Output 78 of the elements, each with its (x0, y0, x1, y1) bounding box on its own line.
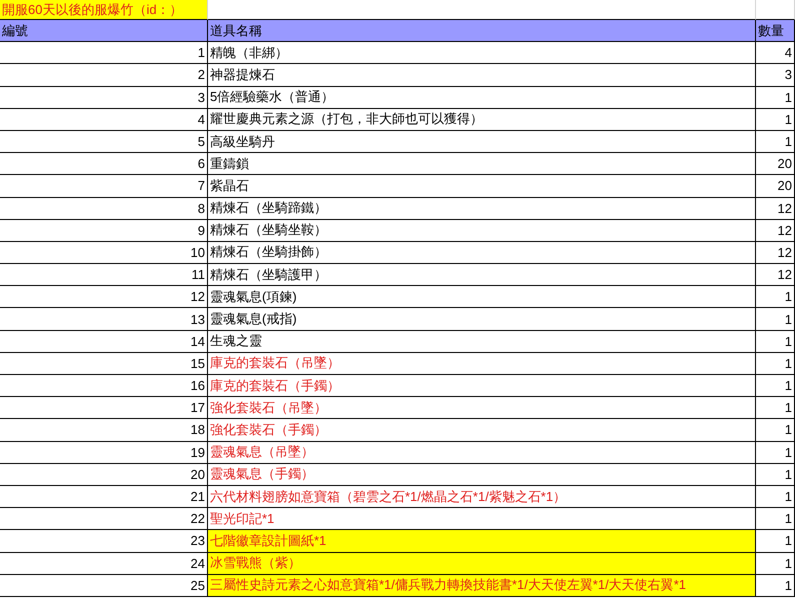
table-cell: 9 (0, 220, 208, 242)
table-cell: 1 (756, 330, 795, 353)
table-cell: 1 (756, 108, 795, 131)
table-cell: 1 (756, 530, 795, 552)
table-cell: 21 (0, 486, 208, 508)
table-cell: 12 (0, 286, 208, 308)
table-cell: 精煉石（坐騎護甲） (208, 264, 756, 286)
table-cell: 22 (0, 508, 208, 530)
table-cell: 5倍經驗藥水（普通） (208, 86, 756, 109)
column-header: 道具名稱 (208, 20, 756, 42)
table-cell: 3 (756, 64, 795, 87)
table-cell: 高級坐騎丹 (208, 130, 756, 154)
table-cell: 精煉石（坐騎掛飾） (208, 242, 756, 264)
table-cell: 強化套裝石（吊墜） (208, 397, 756, 420)
table-cell: 庫克的套裝石（手鐲） (208, 375, 756, 398)
table-cell: 靈魂氣息(戒指) (208, 308, 756, 331)
table-cell: 1 (756, 86, 795, 109)
table-cell: 三屬性史詩元素之心如意寶箱*1/傭兵戰力轉換技能書*1/大天使左翼*1/大天使右翼*1 (208, 574, 756, 597)
table-cell: 1 (756, 574, 795, 597)
table-cell: 神器提煉石 (208, 64, 756, 87)
table-cell: 5 (0, 130, 208, 154)
table-cell: 1 (756, 352, 795, 375)
table-cell: 1 (756, 130, 795, 154)
table-cell: 17 (0, 397, 208, 420)
table-cell: 靈魂氣息(項鍊) (208, 286, 756, 308)
table-cell: 冰雪戰熊（紫） (208, 552, 756, 575)
table-cell: 6 (0, 153, 208, 176)
table-cell: 強化套裝石（手鐲） (208, 419, 756, 442)
sheet-title: 開服60天以後的服爆竹（id：） (0, 0, 208, 20)
table-cell: 1 (756, 286, 795, 308)
table-cell: 3 (0, 86, 208, 109)
table-cell: 1 (756, 552, 795, 575)
table-cell: 16 (0, 375, 208, 398)
table-cell: 庫克的套裝石（吊墜） (208, 352, 756, 375)
table-cell: 1 (756, 464, 795, 486)
table-cell: 23 (0, 530, 208, 552)
table-cell: 18 (0, 419, 208, 442)
table-cell: 重鑄鎖 (208, 153, 756, 176)
table-cell: 20 (756, 175, 795, 198)
table-cell: 24 (0, 552, 208, 575)
table-cell: 12 (756, 264, 795, 286)
table-cell: 精煉石（坐騎坐鞍） (208, 220, 756, 242)
table-cell: 1 (756, 419, 795, 442)
table-cell: 1 (756, 375, 795, 398)
table-cell: 14 (0, 330, 208, 353)
table-cell: 15 (0, 352, 208, 375)
table-cell: 生魂之靈 (208, 330, 756, 353)
table-cell: 20 (0, 464, 208, 486)
table-cell: 12 (756, 220, 795, 242)
table-cell: 靈魂氣息（吊墜） (208, 442, 756, 464)
table-cell: 12 (756, 242, 795, 264)
table-cell: 1 (756, 508, 795, 530)
table-cell: 靈魂氣息（手鐲） (208, 464, 756, 486)
table-cell: 耀世慶典元素之源（打包，非大師也可以獲得） (208, 108, 756, 131)
table-cell: 1 (756, 486, 795, 508)
column-header: 數量 (756, 20, 795, 42)
table-cell: 19 (0, 442, 208, 464)
table-cell: 10 (0, 242, 208, 264)
table-cell: 13 (0, 308, 208, 331)
table-cell: 7 (0, 175, 208, 198)
table-cell: 12 (756, 198, 795, 220)
table-cell: 4 (756, 42, 795, 64)
table-cell: 2 (0, 64, 208, 87)
table-cell: 11 (0, 264, 208, 286)
table-cell: 20 (756, 153, 795, 176)
table-cell: 七階徽章設計圖紙*1 (208, 530, 756, 552)
column-header: 編號 (0, 20, 208, 42)
table-cell: 25 (0, 574, 208, 597)
table-cell: 1 (756, 397, 795, 420)
table-cell: 1 (756, 308, 795, 331)
table-cell: 紫晶石 (208, 175, 756, 198)
table-cell: 4 (0, 108, 208, 131)
table-cell: 精魄（非綁） (208, 42, 756, 64)
table-cell: 精煉石（坐騎蹄鐵） (208, 198, 756, 220)
table-cell: 1 (0, 42, 208, 64)
table-cell: 六代材料翅膀如意寶箱（碧雲之石*1/燃晶之石*1/紫魅之石*1） (208, 486, 756, 508)
table-cell: 8 (0, 198, 208, 220)
table-cell: 1 (756, 442, 795, 464)
